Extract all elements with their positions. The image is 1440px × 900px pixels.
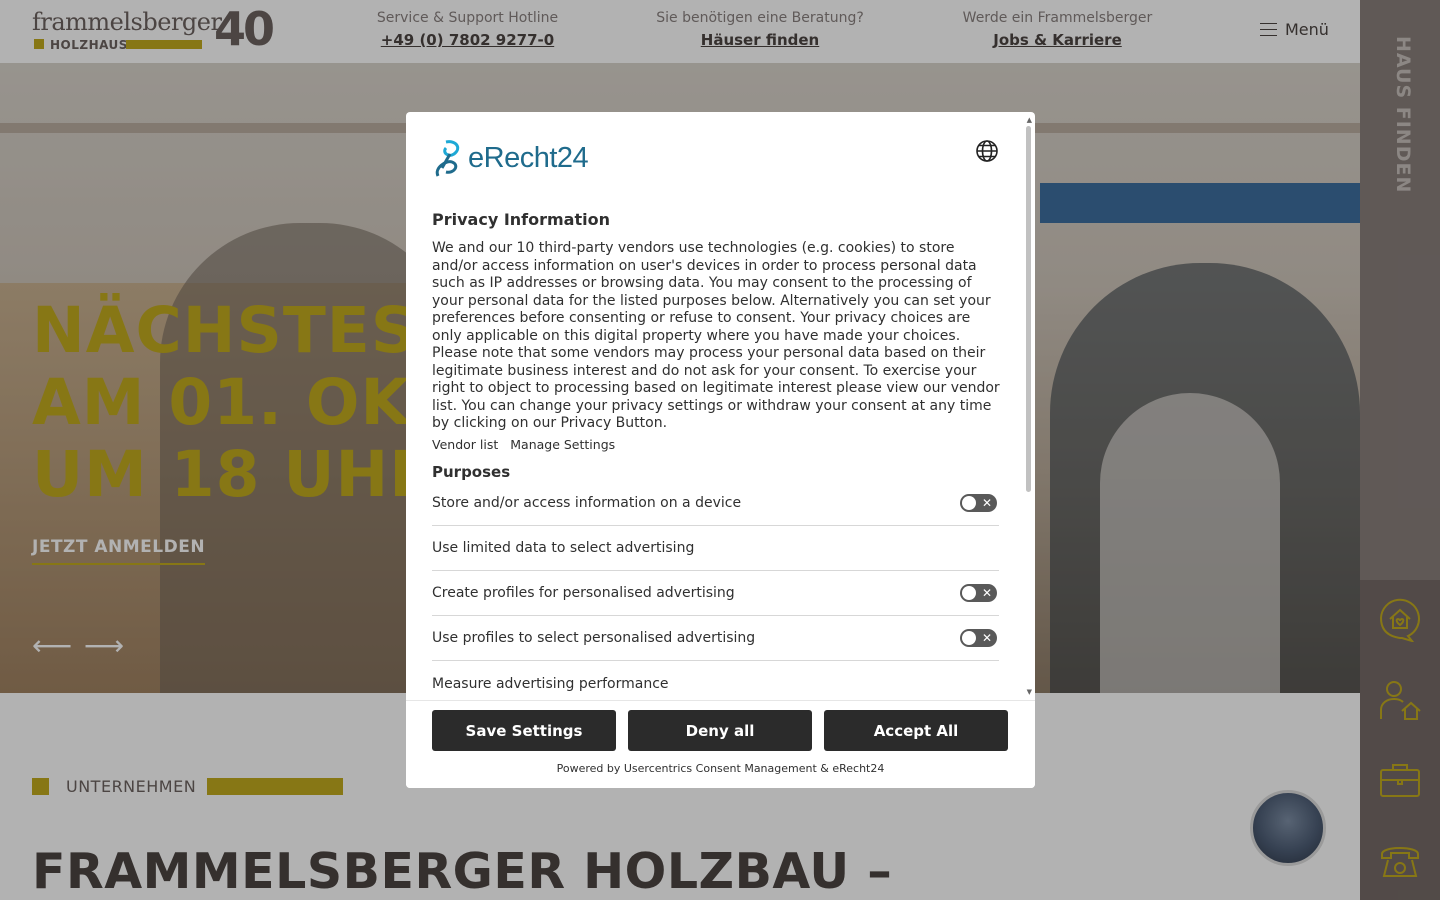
scroll-down-icon[interactable]: ▼ <box>1027 688 1032 696</box>
manage-settings-link[interactable]: Manage Settings <box>510 437 615 452</box>
consent-dialog: eRecht24 Privacy Information We and our … <box>406 112 1035 788</box>
consent-footer: Save Settings Deny all Accept All Powere… <box>406 700 1035 788</box>
purpose-toggle[interactable]: ✕ <box>960 629 997 647</box>
purpose-label: Measure advertising performance <box>432 675 669 692</box>
close-icon: ✕ <box>981 631 992 645</box>
erecht24-logo: eRecht24 <box>432 138 589 178</box>
scrollbar-thumb[interactable] <box>1026 126 1031 492</box>
purpose-row[interactable]: Use limited data to select advertising <box>432 526 999 571</box>
powered-by-text: Powered by Usercentrics Consent Manageme… <box>556 762 885 775</box>
purpose-toggle[interactable]: ✕ <box>960 584 997 602</box>
globe-icon[interactable] <box>975 139 999 163</box>
purpose-row[interactable]: Measure advertising performance <box>432 661 999 700</box>
save-settings-button[interactable]: Save Settings <box>432 710 616 751</box>
purpose-row[interactable]: Create profiles for personalised adverti… <box>432 571 999 616</box>
vendor-list-link[interactable]: Vendor list <box>432 437 498 452</box>
accept-all-button[interactable]: Accept All <box>824 710 1008 751</box>
privacy-description: We and our 10 third-party vendors use te… <box>432 240 1000 431</box>
scroll-up-icon[interactable]: ▲ <box>1027 116 1032 124</box>
purpose-label: Use profiles to select personalised adve… <box>432 630 756 646</box>
purposes-title: Purposes <box>432 463 511 481</box>
toggle-knob <box>962 631 976 645</box>
purpose-label: Store and/or access information on a dev… <box>432 495 742 511</box>
erecht24-wordmark: eRecht24 <box>468 141 589 174</box>
privacy-title: Privacy Information <box>432 210 610 229</box>
purpose-label: Use limited data to select advertising <box>432 540 695 556</box>
toggle-knob <box>962 496 976 510</box>
purpose-row[interactable]: Use profiles to select personalised adve… <box>432 616 999 661</box>
deny-all-button[interactable]: Deny all <box>628 710 812 751</box>
purpose-row[interactable]: Store and/or access information on a dev… <box>432 481 999 526</box>
toggle-knob <box>962 586 976 600</box>
consent-scroll-area[interactable]: eRecht24 Privacy Information We and our … <box>406 112 1035 700</box>
purpose-toggle[interactable]: ✕ <box>960 494 997 512</box>
close-icon: ✕ <box>981 496 992 510</box>
purpose-label: Create profiles for personalised adverti… <box>432 585 735 601</box>
privacy-links: Vendor list Manage Settings <box>432 437 615 452</box>
close-icon: ✕ <box>981 586 992 600</box>
erecht24-mark-icon <box>435 140 460 177</box>
